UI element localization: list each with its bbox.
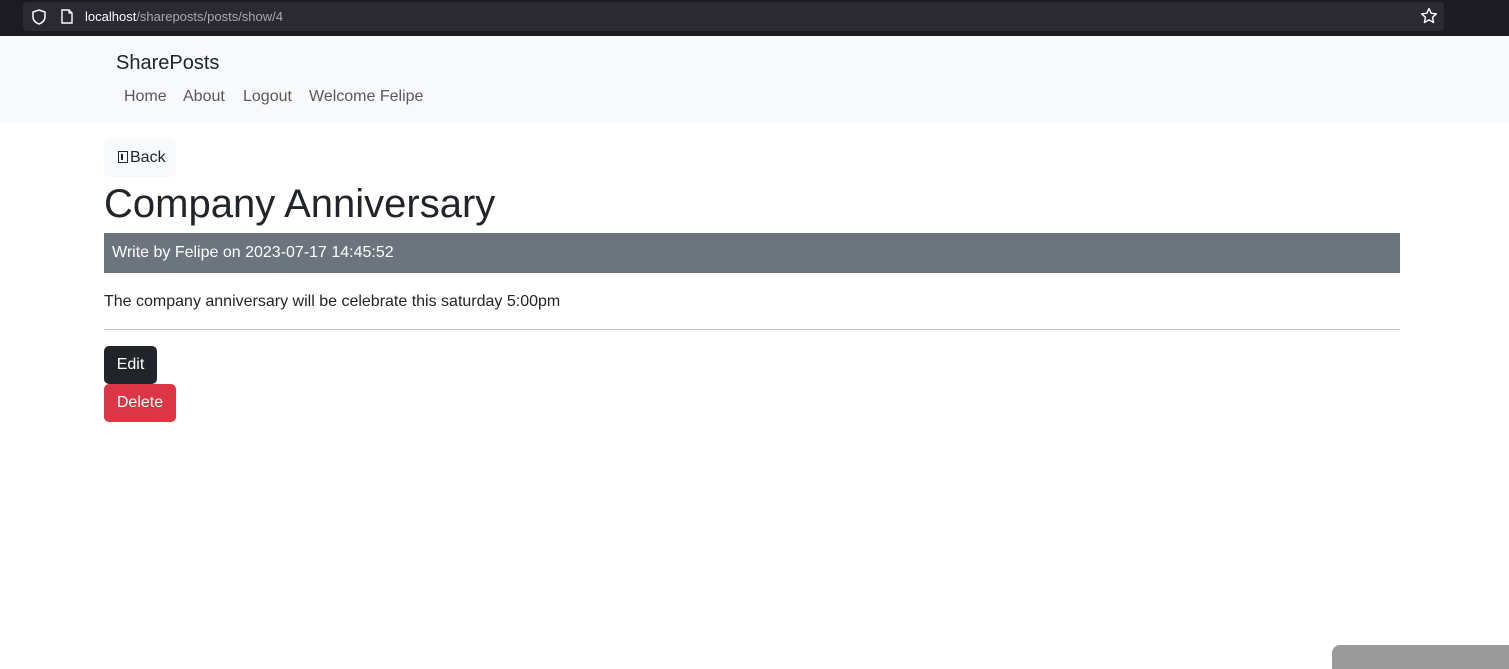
post-body: The company anniversary will be celebrat… <box>104 293 561 310</box>
navbar-brand[interactable]: SharePosts <box>116 51 219 75</box>
divider <box>104 329 1400 330</box>
url-path: /shareposts/posts/show/4 <box>136 9 284 24</box>
post-meta-text: Write by Felipe on 2023-07-17 14:45:52 <box>112 244 394 261</box>
back-button-label: Back <box>130 149 166 166</box>
back-button[interactable]: Back <box>104 139 176 177</box>
browser-toolbar: localhost/shareposts/posts/show/4 <box>0 0 1509 36</box>
delete-button-label: Delete <box>116 394 164 411</box>
url-host: localhost <box>85 9 137 24</box>
shield-icon[interactable] <box>32 9 46 25</box>
nav-link-home[interactable]: Home <box>124 87 167 107</box>
nav-link-welcome[interactable]: Welcome Felipe <box>309 87 423 107</box>
delete-button[interactable]: Delete <box>104 384 176 422</box>
page-icon <box>61 9 73 24</box>
edit-button-label: Edit <box>116 356 145 373</box>
url-text[interactable]: localhost/shareposts/posts/show/4 <box>85 9 283 25</box>
nav-link-about[interactable]: About <box>183 87 225 107</box>
post-meta: Write by Felipe on 2023-07-17 14:45:52 <box>104 233 1400 273</box>
navbar: SharePosts Home About Logout Welcome Fel… <box>0 36 1509 123</box>
post-title: Company Anniversary <box>104 182 496 226</box>
star-icon[interactable] <box>1420 7 1438 25</box>
back-icon <box>118 151 128 163</box>
edit-button[interactable]: Edit <box>104 346 157 384</box>
corner-popup <box>1332 645 1509 669</box>
nav-link-logout[interactable]: Logout <box>243 87 292 107</box>
